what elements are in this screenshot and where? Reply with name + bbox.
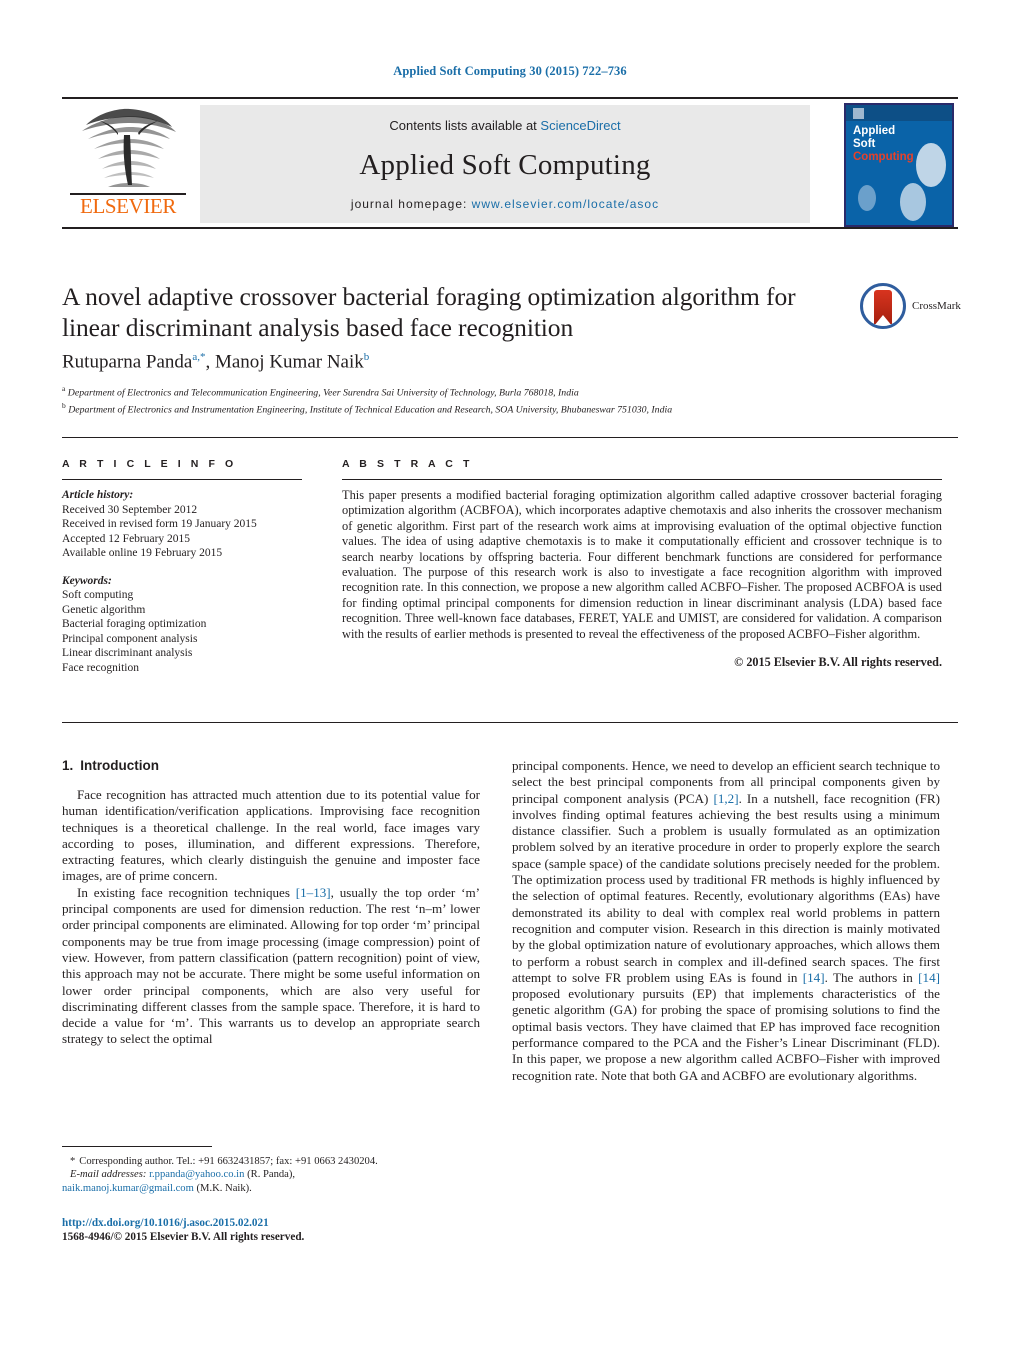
sciencedirect-link[interactable]: ScienceDirect	[540, 118, 620, 133]
abstract-divider	[342, 479, 942, 480]
citation-link-14-first[interactable]: [14]	[803, 970, 825, 985]
journal-cover-thumbnail: Applied Soft Computing	[844, 103, 954, 227]
keywords-label: Keywords:	[62, 574, 112, 587]
keywords-group: Keywords: Soft computing Genetic algorit…	[62, 574, 302, 676]
affiliation-mark-a: a	[62, 384, 66, 393]
doi-link[interactable]: http://dx.doi.org/10.1016/j.asoc.2015.02…	[62, 1216, 492, 1230]
contents-available-line: Contents lists available at ScienceDirec…	[200, 118, 810, 133]
abstract-column: A B S T R A C T This paper presents a mo…	[342, 458, 942, 670]
email-owner-panda: (R. Panda),	[247, 1169, 296, 1181]
citation-link-1-13[interactable]: [1–13]	[296, 885, 331, 900]
elsevier-tree-icon	[82, 108, 176, 187]
keyword-item: Face recognition	[62, 661, 139, 674]
corresponding-author-note: * Corresponding author. Tel.: +91 6632431…	[62, 1155, 482, 1168]
affiliation-text-b: Department of Electronics and Instrument…	[68, 404, 673, 416]
intro-paragraph-2-continued: principal components. Hence, we need to …	[512, 758, 940, 1084]
cover-bubble-3	[858, 185, 876, 211]
section-title: Introduction	[80, 758, 159, 773]
body-column-left: 1. Introduction Face recognition has attr…	[62, 758, 480, 1048]
affiliation-a: a Department of Electronics and Telecomm…	[62, 383, 942, 400]
crossmark-icon	[860, 283, 906, 329]
cover-bubble-2	[900, 183, 926, 221]
intro-right-part4: proposed evolutionary pursuits (EP) that…	[512, 986, 940, 1083]
affiliation-list: a Department of Electronics and Telecomm…	[62, 383, 942, 417]
crossmark-badge[interactable]: CrossMark	[860, 283, 961, 329]
footer-block: http://dx.doi.org/10.1016/j.asoc.2015.02…	[62, 1216, 492, 1244]
elsevier-wordmark: ELSEVIER	[70, 193, 186, 217]
history-item: Received 30 September 2012	[62, 503, 198, 516]
history-item: Accepted 12 February 2015	[62, 532, 191, 545]
body-column-right: principal components. Hence, we need to …	[512, 758, 940, 1084]
intro-right-part2: . In a nutshell, face recognition (FR) i…	[512, 790, 940, 985]
email-link-naik[interactable]: naik.manoj.kumar@gmail.com	[62, 1183, 194, 1194]
divider-below-abstract	[62, 722, 958, 723]
issn-copyright-line: 1568-4946/© 2015 Elsevier B.V. All right…	[62, 1231, 305, 1243]
abstract-text: This paper presents a modified bacterial…	[342, 488, 942, 641]
contents-prefix: Contents lists available at	[389, 118, 541, 133]
footnote-block: * Corresponding author. Tel.: +91 6632431…	[62, 1155, 482, 1195]
abstract-copyright: © 2015 Elsevier B.V. All rights reserved…	[734, 655, 942, 670]
cover-logo-mark	[853, 108, 864, 119]
affiliation-text-a: Department of Electronics and Telecommun…	[67, 387, 579, 399]
keyword-item: Principal component analysis	[62, 632, 198, 645]
cover-title-text: Applied Soft Computing	[853, 125, 914, 164]
article-title: A novel adaptive crossover bacterial for…	[62, 282, 796, 342]
journal-homepage-line: journal homepage: www.elsevier.com/locat…	[200, 197, 810, 211]
email-note-1: E-mail addresses: r.ppanda@yahoo.co.in (…	[62, 1168, 482, 1181]
divider-above-abstract	[62, 437, 958, 438]
article-page: Applied Soft Computing 30 (2015) 722–736	[0, 0, 1020, 1351]
history-item: Received in revised form 19 January 2015	[62, 518, 257, 530]
article-history-label: Article history:	[62, 489, 134, 501]
section-number: 1.	[62, 758, 74, 773]
journal-banner: ELSEVIER Contents lists available at Sci…	[62, 97, 958, 229]
journal-title: Applied Soft Computing	[359, 149, 651, 181]
running-head: Applied Soft Computing 30 (2015) 722–736	[393, 64, 627, 78]
citation-link-14-second[interactable]: [14]	[918, 970, 940, 985]
article-history-group: Article history: Received 30 September 2…	[62, 488, 302, 561]
cover-line-1: Applied	[853, 125, 896, 137]
affiliation-b: b Department of Electronics and Instrume…	[62, 400, 942, 417]
banner-center-panel: Contents lists available at ScienceDirec…	[200, 105, 810, 223]
email-addresses-label: E-mail addresses:	[70, 1169, 147, 1181]
author-name-1[interactable]: Rutuparna Panda	[62, 351, 192, 372]
article-info-divider	[62, 479, 302, 480]
article-info-column: A R T I C L E I N F O Article history: R…	[62, 458, 302, 688]
author-marks-2: b	[363, 351, 370, 363]
intro-paragraph-1: Face recognition has attracted much atte…	[62, 787, 480, 884]
author-marks-1: a,*	[192, 351, 206, 363]
intro-p2-part1: In existing face recognition techniques	[77, 884, 296, 900]
intro-right-part3: . The authors in	[824, 969, 919, 985]
cover-bubble-1	[916, 143, 946, 187]
keyword-item: Linear discriminant analysis	[62, 647, 193, 659]
keyword-item: Bacterial foraging optimization	[62, 618, 207, 630]
elsevier-logo: ELSEVIER	[68, 105, 188, 223]
keyword-item: Soft computing	[62, 589, 134, 601]
author-separator: ,	[205, 351, 215, 373]
title-block: A novel adaptive crossover bacterial for…	[62, 281, 822, 343]
cover-line-2: Soft	[853, 138, 876, 150]
author-list: Rutuparna Pandaa,*, Manoj Kumar Naikb	[62, 351, 369, 373]
citation-link-1-2[interactable]: [1,2]	[713, 791, 738, 806]
corresponding-author-text: Corresponding author. Tel.: +91 66324318…	[79, 1156, 378, 1167]
history-item: Available online 19 February 2015	[62, 547, 223, 559]
homepage-prefix: journal homepage:	[350, 197, 472, 211]
crossmark-label: CrossMark	[912, 300, 961, 312]
intro-p2-part2: , usually the top order ‘m’ principal co…	[62, 884, 480, 1047]
email-note-2: naik.manoj.kumar@gmail.com (M.K. Naik).	[62, 1182, 482, 1195]
email-link-panda[interactable]: r.ppanda@yahoo.co.in	[149, 1169, 244, 1180]
asterisk-marker: *	[70, 1156, 76, 1167]
journal-homepage-link[interactable]: www.elsevier.com/locate/asoc	[472, 197, 659, 211]
section-heading-introduction: 1. Introduction	[62, 758, 480, 773]
article-info-heading: A R T I C L E I N F O	[62, 458, 237, 470]
email-owner-naik: (M.K. Naik).	[196, 1182, 252, 1194]
keyword-item: Genetic algorithm	[62, 603, 146, 616]
affiliation-mark-b: b	[62, 400, 66, 410]
footnote-divider	[62, 1146, 212, 1147]
cover-line-3: Computing	[853, 151, 914, 163]
abstract-heading: A B S T R A C T	[342, 458, 473, 470]
author-name-2[interactable]: Manoj Kumar Naik	[215, 351, 364, 372]
intro-paragraph-2: In existing face recognition techniques …	[62, 885, 480, 1048]
